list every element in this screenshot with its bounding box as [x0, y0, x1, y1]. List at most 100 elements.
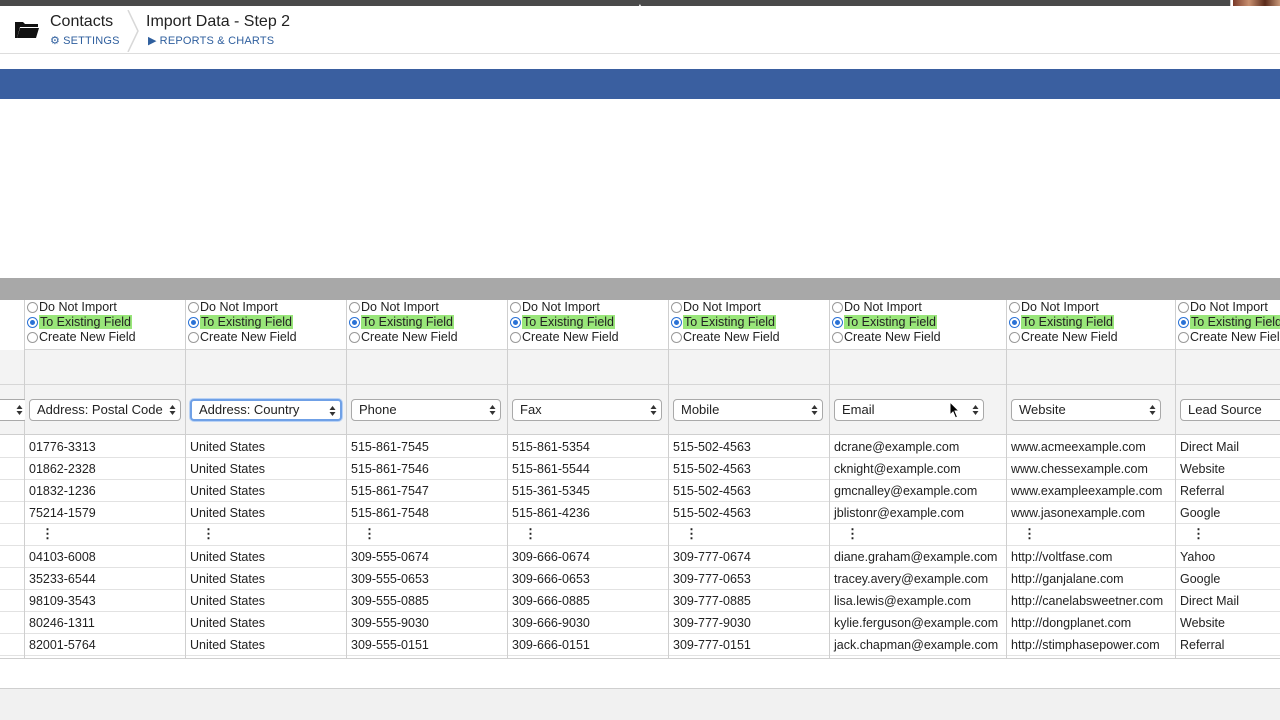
import-options: Do Not Import To Existing Field Create New… [830, 300, 1006, 350]
mapping-column: Do Not ImportTo Existing FieldCreate New… [1176, 300, 1280, 658]
option-do-not-import[interactable]: Do Not Import [1176, 300, 1280, 315]
option-to-existing[interactable]: To Existing Field [186, 315, 346, 330]
header-spacer [1176, 350, 1280, 385]
radio-button[interactable] [27, 302, 38, 313]
option-create-new[interactable]: Create New Field [347, 330, 507, 345]
row-ellipsis: ⋮ [508, 524, 668, 546]
table-cell [0, 634, 24, 656]
option-do-not-import[interactable]: Do Not Import [1007, 300, 1175, 315]
option-to-existing[interactable]: To Existing Field [508, 315, 668, 330]
field-select-value: Mobile [681, 402, 720, 417]
radio-button[interactable] [510, 332, 521, 343]
radio-button[interactable] [188, 302, 199, 313]
field-select-value: Address: Postal Code [37, 402, 163, 417]
option-to-existing[interactable]: To Existing Field [1007, 315, 1175, 330]
table-cell: http://dongplanet.com [1007, 612, 1175, 634]
option-label: Create New Field [39, 330, 136, 344]
option-do-not-import[interactable]: Do Not Import [25, 300, 185, 315]
radio-button[interactable] [1009, 302, 1020, 313]
table-cell: cknight@example.com [830, 458, 1006, 480]
radio-button[interactable] [671, 317, 682, 328]
table-cell: United States [186, 458, 346, 480]
radio-button[interactable] [27, 317, 38, 328]
radio-button[interactable] [1009, 317, 1020, 328]
option-create-new[interactable]: Create New Field [1176, 330, 1280, 345]
radio-button[interactable] [510, 302, 521, 313]
reports-charts-link[interactable]: ▶ REPORTS & CHARTS [148, 34, 274, 47]
select-arrows-icon [489, 405, 496, 415]
settings-link[interactable]: ⚙ SETTINGS [50, 34, 120, 47]
table-cell: jack.chapman@example.com [830, 634, 1006, 656]
option-label: Create New Field [683, 330, 780, 344]
table-cell: United States [186, 568, 346, 590]
table-cell: 515-502-4563 [669, 480, 829, 502]
option-to-existing[interactable]: To Existing Field [347, 315, 507, 330]
radio-button[interactable] [349, 332, 360, 343]
field-select[interactable]: Address: Postal Code [29, 399, 181, 421]
radio-button[interactable] [832, 332, 843, 343]
option-label: Create New Field [1021, 330, 1118, 344]
field-select[interactable]: Phone [351, 399, 501, 421]
module-title[interactable]: Contacts [50, 13, 113, 31]
mapping-column: Do Not ImportTo Existing FieldCreate New… [186, 300, 347, 658]
option-label: Do Not Import [39, 300, 117, 314]
select-arrows-icon [650, 405, 657, 415]
radio-button[interactable] [510, 317, 521, 328]
table-cell: 82001-5764 [25, 634, 185, 656]
table-cell: gmcnalley@example.com [830, 480, 1006, 502]
radio-button[interactable] [188, 317, 199, 328]
table-cell: 98109-3543 [25, 590, 185, 612]
radio-button[interactable] [671, 302, 682, 313]
option-do-not-import[interactable]: Do Not Import [186, 300, 346, 315]
radio-button[interactable] [1178, 317, 1189, 328]
option-create-new[interactable]: Create New Field [508, 330, 668, 345]
radio-button[interactable] [349, 302, 360, 313]
table-cell: 309-777-0151 [669, 634, 829, 656]
field-select[interactable]: Fax [512, 399, 662, 421]
field-select-row: Address: Country [186, 385, 346, 435]
header-spacer [1007, 350, 1175, 385]
table-cell: http://voltfase.com [1007, 546, 1175, 568]
field-select[interactable]: Email [834, 399, 984, 421]
radio-button[interactable] [27, 332, 38, 343]
field-select[interactable]: n [0, 399, 28, 421]
radio-button[interactable] [832, 317, 843, 328]
option-to-existing[interactable]: To Existing Field [1176, 315, 1280, 330]
option-do-not-import[interactable]: Do Not Import [347, 300, 507, 315]
field-select-row: Email [830, 385, 1006, 435]
table-cell: 309-555-0885 [347, 590, 507, 612]
field-select[interactable]: Lead Source [1180, 399, 1280, 421]
option-create-new[interactable]: Create New Field [669, 330, 829, 345]
option-create-new[interactable]: Create New Field [1007, 330, 1175, 345]
option-do-not-import[interactable]: Do Not Import [669, 300, 829, 315]
radio-button[interactable] [1178, 332, 1189, 343]
radio-button[interactable] [349, 317, 360, 328]
field-select-value: Address: Country [199, 402, 300, 417]
table-cell: 309-555-0151 [347, 634, 507, 656]
table-cell: Website [1176, 612, 1280, 634]
radio-button[interactable] [188, 332, 199, 343]
option-to-existing[interactable]: To Existing Field [830, 315, 1006, 330]
radio-button[interactable] [671, 332, 682, 343]
import-options: Do Not Import To Existing Field Create New… [25, 300, 185, 350]
field-select[interactable]: Address: Country [190, 399, 342, 421]
folder-icon[interactable] [14, 18, 40, 40]
mapping-column: Do Not ImportTo Existing FieldCreate New… [508, 300, 669, 658]
option-to-existing[interactable]: To Existing Field [25, 315, 185, 330]
option-to-existing[interactable]: To Existing Field [669, 315, 829, 330]
option-create-new[interactable]: Create New Field [25, 330, 185, 345]
row-ellipsis: ⋮ [830, 524, 1006, 546]
option-create-new[interactable]: Create New Field [830, 330, 1006, 345]
radio-button[interactable] [1178, 302, 1189, 313]
radio-button[interactable] [832, 302, 843, 313]
radio-button[interactable] [1009, 332, 1020, 343]
option-do-not-import[interactable]: Do Not Import [830, 300, 1006, 315]
option-do-not-import[interactable]: Do Not Import [508, 300, 668, 315]
table-cell: United States [186, 634, 346, 656]
header-spacer [347, 350, 507, 385]
field-select[interactable]: Mobile [673, 399, 823, 421]
table-cell [0, 612, 24, 634]
field-select-value: Fax [520, 402, 542, 417]
field-select[interactable]: Website [1011, 399, 1161, 421]
option-create-new[interactable]: Create New Field [186, 330, 346, 345]
